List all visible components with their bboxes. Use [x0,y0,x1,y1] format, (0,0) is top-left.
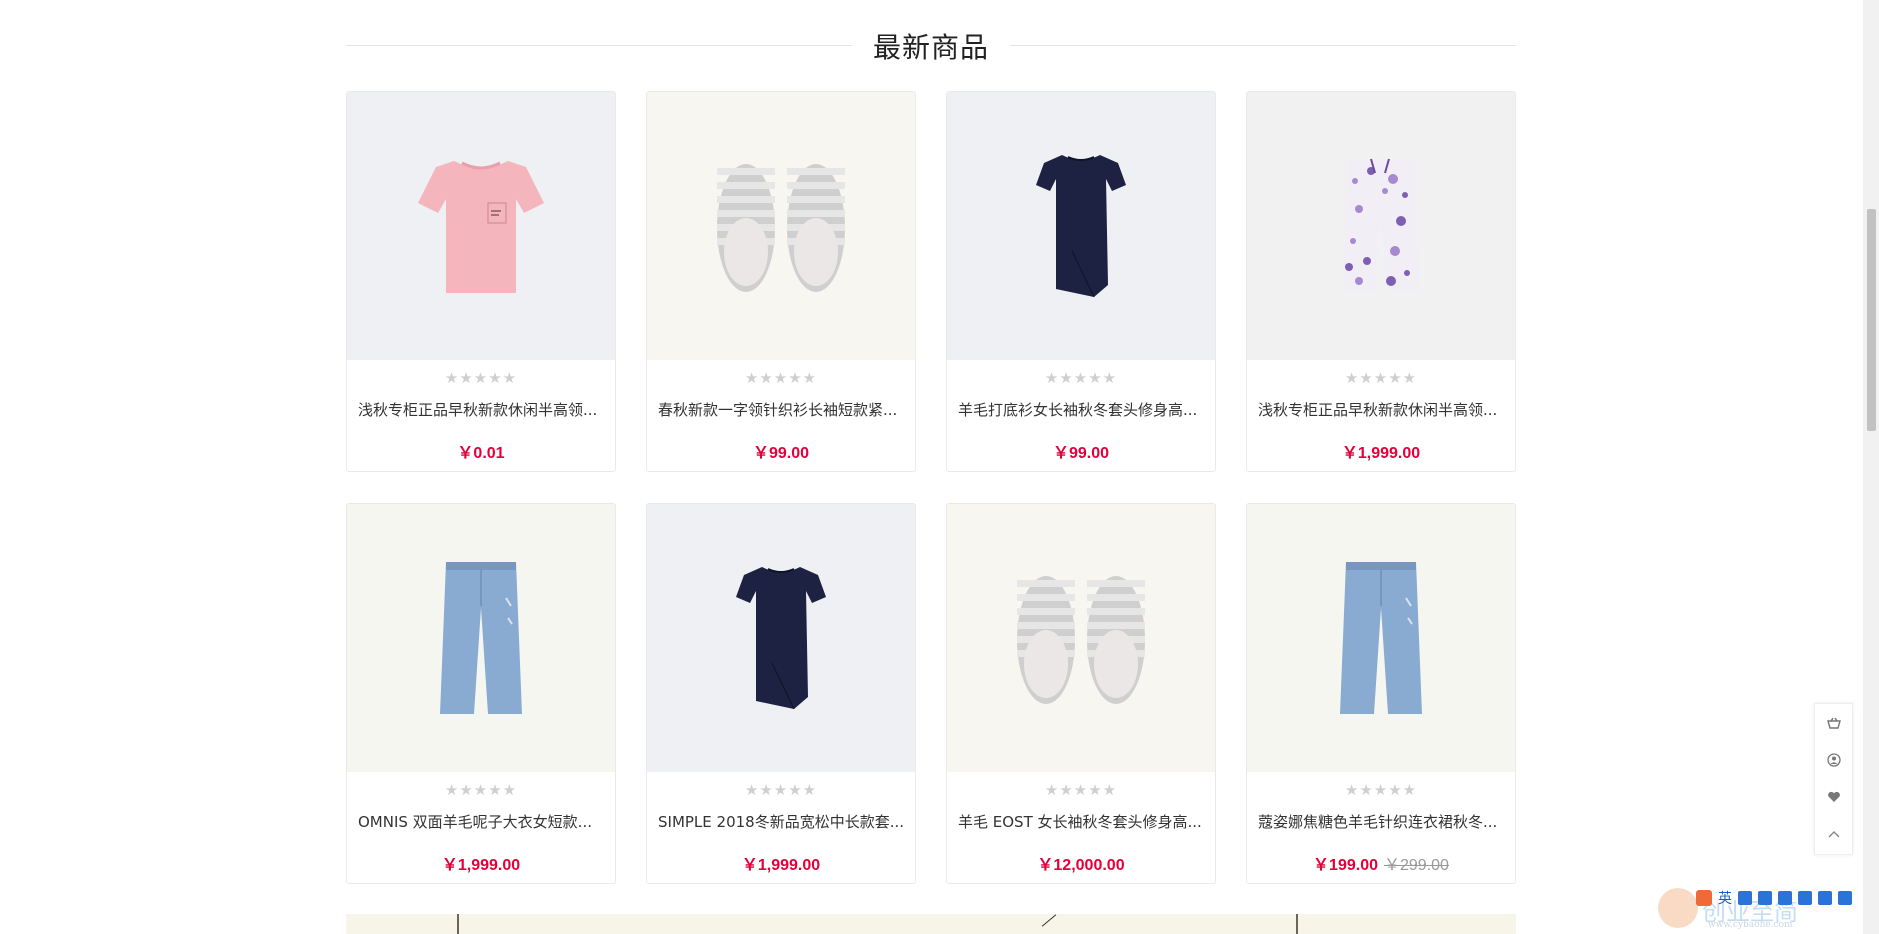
ime-language[interactable]: 英 [1718,888,1732,908]
scrollbar[interactable] [1863,0,1879,934]
floating-toolbar [1814,703,1853,855]
rating-stars-icon: ★★★★★ [1044,370,1118,387]
banner-post-right [1296,914,1298,934]
rating-stars-icon: ★★★★★ [444,782,518,799]
price-row: ￥1,999.00 [647,851,915,875]
product-price: ￥1,999.00 [741,857,821,874]
product-image[interactable] [947,92,1215,360]
product-name[interactable]: 浅秋专柜正品早秋新款休闲半高领... [358,399,604,421]
product-price: ￥1,999.00 [1341,445,1421,462]
product-image[interactable] [947,504,1215,772]
ime-tools-icon[interactable] [1818,891,1832,905]
ime-punctuation-icon[interactable] [1738,891,1752,905]
product-name[interactable]: 浅秋专柜正品早秋新款休闲半高领... [1258,399,1504,421]
product-card[interactable]: ★★★★★ 浅秋专柜正品早秋新款休闲半高领... ￥0.01 [346,91,616,472]
price-row: ￥1,999.00 [347,851,615,875]
product-name[interactable]: OMNIS 双面羊毛呢子大衣女短款... [358,811,604,833]
ime-toolbar[interactable]: 英 [1692,887,1879,909]
product-image[interactable] [647,92,915,360]
product-card[interactable]: ★★★★★ OMNIS 双面羊毛呢子大衣女短款... ￥1,999.00 [346,503,616,884]
product-price: ￥0.01 [457,445,505,462]
rating-stars-icon: ★★★★★ [1344,782,1418,799]
user-icon[interactable] [1815,741,1852,778]
ime-logo-icon[interactable] [1696,890,1712,906]
rating-stars-icon: ★★★★★ [1044,782,1118,799]
section-title: 最新商品 [872,31,989,64]
heart-icon[interactable] [1815,778,1852,815]
product-name[interactable]: 羊毛 EOST 女长袖秋冬套头修身高... [958,811,1204,833]
product-image[interactable] [647,504,915,772]
product-card[interactable]: ★★★★★ 羊毛 EOST 女长袖秋冬套头修身高... ￥12,000.00 [946,503,1216,884]
watermark-url: www.cybaohe.com [1708,920,1793,930]
scrollbar-thumb[interactable] [1867,209,1876,431]
product-price: ￥199.00 [1313,857,1378,874]
banner-post-left [457,914,459,934]
product-card[interactable]: ★★★★★ 浅秋专柜正品早秋新款休闲半高领... ￥1,999.00 [1246,91,1516,472]
product-name[interactable]: 蔻姿娜焦糖色羊毛针织连衣裙秋冬... [1258,811,1504,833]
page: 最新商品 ★★★★★ 浅秋专柜正品早秋新款休闲半高领... ￥0.01 ★★★★★ 春秋… [0,0,1879,934]
product-name[interactable]: 春秋新款一字领针织衫长袖短款紧... [658,399,904,421]
product-price: ￥99.00 [752,445,810,462]
product-card[interactable]: ★★★★★ SIMPLE 2018冬新品宽松中长款套... ￥1,999.00 [646,503,916,884]
product-name[interactable]: 羊毛打底衫女长袖秋冬套头修身高... [958,399,1204,421]
product-card[interactable]: ★★★★★ 蔻姿娜焦糖色羊毛针织连衣裙秋冬... ￥199.00 ￥299.00 [1246,503,1516,884]
product-card[interactable]: ★★★★★ 春秋新款一字领针织衫长袖短款紧... ￥99.00 [646,91,916,472]
price-row: ￥0.01 [347,439,615,463]
price-row: ￥12,000.00 [947,851,1215,875]
price-row: ￥199.00 ￥299.00 [1247,851,1515,875]
product-name[interactable]: SIMPLE 2018冬新品宽松中长款套... [658,811,904,833]
rating-stars-icon: ★★★★★ [1344,370,1418,387]
section-header: 最新商品 [346,14,1516,74]
rating-stars-icon: ★★★★★ [444,370,518,387]
divider-right [1010,45,1516,46]
product-image[interactable] [347,504,615,772]
ime-voice-icon[interactable] [1778,891,1792,905]
price-row: ￥1,999.00 [1247,439,1515,463]
price-row: ￥99.00 [647,439,915,463]
product-price: ￥1,999.00 [441,857,521,874]
cart-icon[interactable] [1815,704,1852,741]
promo-banner[interactable] [346,914,1516,934]
ime-settings-icon[interactable] [1838,891,1852,905]
ime-keyboard-icon[interactable] [1758,891,1772,905]
product-card[interactable]: ★★★★★ 羊毛打底衫女长袖秋冬套头修身高... ￥99.00 [946,91,1216,472]
product-original-price: ￥299.00 [1384,857,1449,874]
product-image[interactable] [1247,92,1515,360]
product-grid: ★★★★★ 浅秋专柜正品早秋新款休闲半高领... ￥0.01 ★★★★★ 春秋新款一字领… [346,91,1516,884]
product-image[interactable] [347,92,615,360]
ime-skin-icon[interactable] [1798,891,1812,905]
rating-stars-icon: ★★★★★ [744,370,818,387]
chevron-up-icon[interactable] [1815,815,1852,852]
banner-line [1041,914,1057,927]
rating-stars-icon: ★★★★★ [744,782,818,799]
price-row: ￥99.00 [947,439,1215,463]
product-price: ￥12,000.00 [1037,857,1125,874]
product-image[interactable] [1247,504,1515,772]
product-price: ￥99.00 [1052,445,1110,462]
